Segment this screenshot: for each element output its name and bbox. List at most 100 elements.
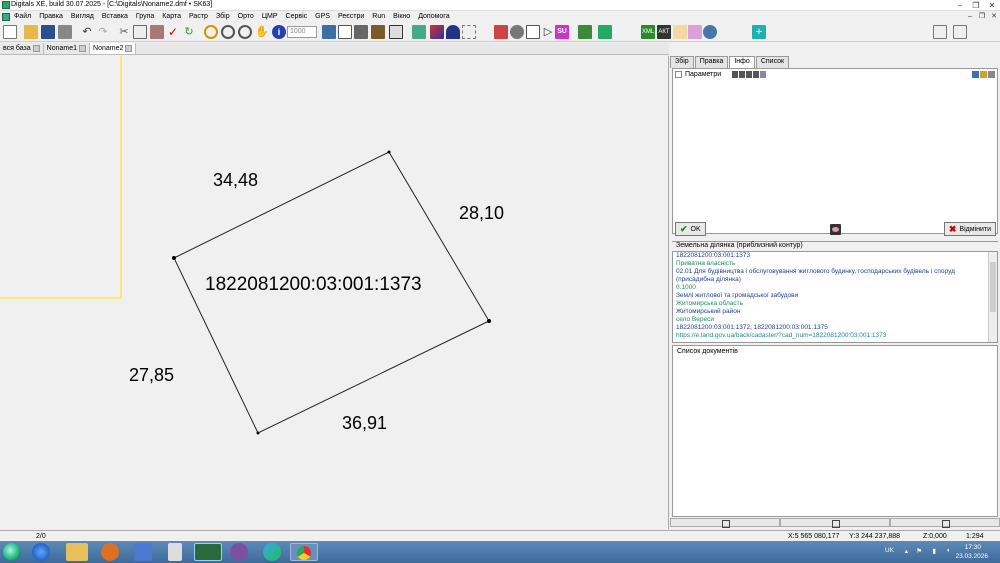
grid-colors-icon[interactable] (494, 25, 508, 39)
hatch-icon[interactable] (462, 25, 476, 39)
parcel-vertex[interactable] (487, 319, 491, 323)
edge-browser-icon[interactable] (263, 543, 281, 561)
open-folder-icon[interactable] (24, 25, 38, 39)
volume-icon[interactable]: ◖ (946, 547, 950, 554)
menu-ortho[interactable]: Орто (238, 13, 254, 20)
menu-group[interactable]: Група (136, 13, 154, 20)
redo-icon[interactable]: ↷ (96, 25, 110, 39)
check-icon[interactable]: ✓ (166, 25, 180, 39)
doc-minimize-button[interactable]: – (964, 11, 976, 22)
tray-arrow-icon[interactable]: ▴ (905, 547, 908, 555)
cursor-tool-icon[interactable] (371, 25, 385, 39)
paste-icon[interactable] (150, 25, 164, 39)
digitals-app-icon[interactable] (194, 543, 222, 561)
doc-close-button[interactable]: ✕ (988, 11, 1000, 22)
ok-button[interactable]: ✔ OK (675, 222, 706, 236)
curve-icon[interactable] (446, 25, 460, 39)
note-icon[interactable] (673, 25, 687, 39)
splitter-handle[interactable] (890, 518, 1000, 527)
zoom-in-icon[interactable] (221, 25, 235, 39)
pan-hand-icon[interactable]: ✋ (255, 25, 269, 39)
parameters-checkbox[interactable] (675, 71, 682, 78)
nav-prev-icon[interactable] (739, 71, 746, 78)
splitter-handle[interactable] (670, 518, 780, 527)
clock-date[interactable]: 23.03.2026 (955, 553, 988, 560)
eye-view-icon[interactable] (830, 224, 841, 235)
menu-collect[interactable]: Збір (216, 13, 230, 20)
info-text-box[interactable]: 1822081200:03:001:1373 Приватна власніст… (672, 251, 998, 343)
info-link[interactable]: https://e.land.gov.ua/back/cadaster/?cad… (673, 332, 997, 340)
nav-first-icon[interactable] (732, 71, 739, 78)
drawing-canvas[interactable]: 34,48 28,10 36,91 27,85 1822081200:03:00… (0, 56, 669, 529)
refresh-icon[interactable]: ↻ (182, 25, 196, 39)
menu-map[interactable]: Карта (162, 13, 181, 20)
undo-icon[interactable]: ↶ (80, 25, 94, 39)
text-tool-icon[interactable] (933, 25, 947, 39)
cut-icon[interactable]: ✂ (117, 25, 131, 39)
menu-gps[interactable]: GPS (315, 13, 330, 20)
tab-close-icon[interactable] (79, 45, 87, 52)
settings-gear-icon[interactable] (703, 25, 717, 39)
doc-restore-button[interactable]: ❐ (976, 11, 988, 22)
table-export-icon[interactable] (578, 25, 592, 39)
notepad-icon[interactable] (168, 543, 182, 561)
tab-edit[interactable]: Правка (694, 56, 729, 68)
menu-file[interactable]: Файл (14, 13, 31, 20)
screenshot-icon[interactable] (354, 25, 368, 39)
flag-icon[interactable]: ⚑ (916, 547, 922, 555)
clock-time[interactable]: 17:30 (965, 544, 981, 551)
doc-tab-noname1[interactable]: Noname1 (44, 43, 91, 54)
info-icon[interactable]: i (272, 25, 286, 39)
menu-help[interactable]: Допомога (418, 13, 449, 20)
table-icon[interactable] (338, 25, 352, 39)
tab-info[interactable]: Інфо (729, 56, 755, 68)
menu-raster[interactable]: Растр (189, 13, 208, 20)
scrollbar-thumb[interactable] (990, 262, 996, 312)
language-indicator[interactable]: UK (885, 547, 894, 554)
close-button[interactable]: ✕ (984, 0, 1000, 11)
akt-icon[interactable]: АКТ (657, 25, 671, 39)
add-plus-icon[interactable]: + (752, 25, 766, 39)
ie-browser-icon[interactable] (32, 543, 50, 561)
doc-tab-database[interactable]: вся база (0, 43, 44, 54)
new-file-icon[interactable] (3, 25, 17, 39)
save-icon[interactable] (41, 25, 55, 39)
viber-icon[interactable] (230, 543, 248, 561)
file-explorer-icon[interactable] (66, 543, 88, 561)
menu-edit[interactable]: Правка (39, 13, 63, 20)
document-icon[interactable] (2, 12, 10, 21)
network-icon[interactable]: ▮ (932, 547, 936, 555)
chrome-taskbar-button[interactable] (290, 543, 318, 561)
copy-icon[interactable] (133, 25, 147, 39)
play-icon[interactable]: ▷ (541, 25, 555, 39)
maximize-button[interactable]: ❐ (968, 0, 984, 11)
parcel-vertex[interactable] (256, 431, 260, 435)
nav-last-icon[interactable] (753, 71, 760, 78)
params-save-icon[interactable] (972, 71, 979, 78)
grid-tool-icon[interactable] (412, 25, 426, 39)
tab-list[interactable]: Список (755, 56, 790, 68)
zoom-out-icon[interactable] (238, 25, 252, 39)
su-icon[interactable]: SU (555, 25, 569, 39)
tab-collect[interactable]: Збір (670, 56, 694, 68)
params-settings-icon[interactable] (988, 71, 995, 78)
parcel-vertex[interactable] (172, 256, 176, 260)
select-tool-icon[interactable] (389, 25, 403, 39)
window-split-icon[interactable] (526, 25, 540, 39)
parcel-vertex[interactable] (387, 150, 391, 154)
scale-input[interactable]: 1000 (287, 26, 317, 38)
nav-next-icon[interactable] (746, 71, 753, 78)
tab-close-icon[interactable] (32, 45, 40, 52)
cancel-button[interactable]: ✖ Відмінити (943, 222, 996, 236)
tab-close-icon[interactable] (125, 45, 133, 52)
stamp-icon[interactable] (598, 25, 612, 39)
params-folder-icon[interactable] (980, 71, 987, 78)
target-icon[interactable] (510, 25, 524, 39)
list-tool-icon[interactable] (953, 25, 967, 39)
splitter-handle[interactable] (780, 518, 890, 527)
zoom-object-icon[interactable] (204, 25, 218, 39)
menu-view[interactable]: Вигляд (71, 13, 94, 20)
info-scrollbar[interactable] (988, 252, 997, 342)
menu-registers[interactable]: Реєстри (338, 13, 364, 20)
doc-tab-noname2[interactable]: Noname2 (90, 43, 137, 54)
